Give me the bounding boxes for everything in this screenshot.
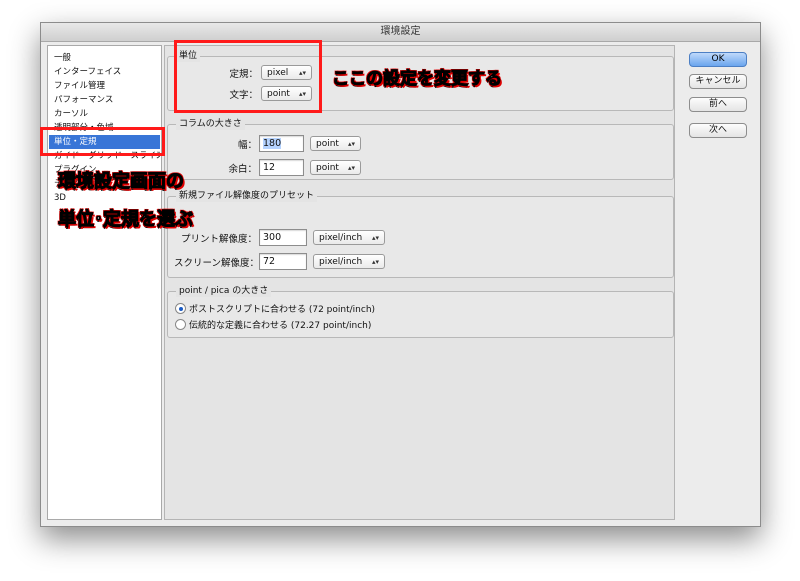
gutter-unit-value: point [316, 163, 339, 173]
column-width-unit-value: point [316, 139, 339, 149]
column-size-group-title: コラムの大きさ [176, 118, 245, 130]
radio-unselected-icon[interactable] [175, 319, 186, 330]
column-width-input[interactable]: 180 [259, 135, 304, 152]
preferences-dialog: 環境設定 一般 インターフェイス ファイル管理 パフォーマンス カーソル 透明部… [40, 22, 761, 527]
radio-selected-icon[interactable] [175, 303, 186, 314]
select-callout-line2: 単位･定規を選ぶ [58, 209, 194, 231]
column-width-unit-select[interactable]: point ▴▾ [310, 136, 361, 151]
point-pica-group-title: point / pica の大きさ [176, 285, 272, 297]
sidebar-item-general[interactable]: 一般 [49, 51, 160, 65]
print-resolution-input[interactable]: 300 [259, 229, 307, 246]
screen-resolution-label: スクリーン解像度： [174, 258, 260, 269]
screen-resolution-unit-select[interactable]: pixel/inch ▴▾ [313, 254, 385, 269]
sidebar-highlight-box [40, 127, 165, 156]
sidebar-item-file-handling[interactable]: ファイル管理 [49, 79, 160, 93]
prev-button[interactable]: 前へ [689, 97, 747, 112]
screen-resolution-unit-value: pixel/inch [319, 257, 363, 267]
ok-button[interactable]: OK [689, 52, 747, 67]
print-resolution-unit-value: pixel/inch [319, 233, 363, 243]
sidebar-item-interface[interactable]: インターフェイス [49, 65, 160, 79]
screen-resolution-input[interactable]: 72 [259, 253, 307, 270]
traditional-radio-label: 伝統的な定義に合わせる (72.27 point/inch) [189, 321, 372, 331]
next-button[interactable]: 次へ [689, 123, 747, 138]
traditional-radio-option[interactable]: 伝統的な定義に合わせる (72.27 point/inch) [175, 318, 371, 331]
gutter-label: 余白： [228, 164, 257, 175]
column-size-group: コラムの大きさ 幅： 180 point ▴▾ 余白： 12 point ▴▾ [167, 118, 674, 180]
gutter-input[interactable]: 12 [259, 159, 304, 176]
window-title: 環境設定 [41, 23, 760, 42]
updown-arrow-icon: ▴▾ [347, 140, 355, 148]
change-setting-callout: ここの設定を変更する [332, 69, 503, 90]
screen-resolution-value: 72 [263, 256, 276, 267]
settings-panel: 単位 定規： pixel ▴▾ 文字： point ▴▾ コラムの大きさ 幅： 18… [164, 45, 675, 520]
sidebar-item-cursors[interactable]: カーソル [49, 107, 160, 121]
print-resolution-unit-select[interactable]: pixel/inch ▴▾ [313, 230, 385, 245]
print-resolution-value: 300 [263, 232, 282, 243]
postscript-radio-label: ポストスクリプトに合わせる (72 point/inch) [189, 305, 376, 315]
cancel-button[interactable]: キャンセル [689, 74, 747, 89]
select-callout-line1: 環境設定画面の [58, 171, 185, 193]
updown-arrow-icon: ▴▾ [371, 258, 379, 266]
resolution-presets-group-title: 新規ファイル解像度のプリセット [176, 190, 318, 202]
point-pica-group: point / pica の大きさ ポストスクリプトに合わせる (72 poin… [167, 285, 674, 338]
updown-arrow-icon: ▴▾ [347, 164, 355, 172]
gutter-value: 12 [263, 162, 276, 173]
column-width-label: 幅： [237, 140, 257, 151]
category-list[interactable]: 一般 インターフェイス ファイル管理 パフォーマンス カーソル 透明部分・色域 … [47, 45, 162, 520]
resolution-presets-group: 新規ファイル解像度のプリセット プリント解像度： 300 pixel/inch ▴… [167, 190, 674, 278]
updown-arrow-icon: ▴▾ [371, 234, 379, 242]
sidebar-item-3d[interactable]: 3D [49, 191, 160, 205]
sidebar-item-performance[interactable]: パフォーマンス [49, 93, 160, 107]
postscript-radio-option[interactable]: ポストスクリプトに合わせる (72 point/inch) [175, 302, 375, 315]
units-highlight-box [174, 40, 322, 113]
column-width-value: 180 [263, 138, 282, 149]
print-resolution-label: プリント解像度： [180, 234, 257, 245]
gutter-unit-select[interactable]: point ▴▾ [310, 160, 361, 175]
